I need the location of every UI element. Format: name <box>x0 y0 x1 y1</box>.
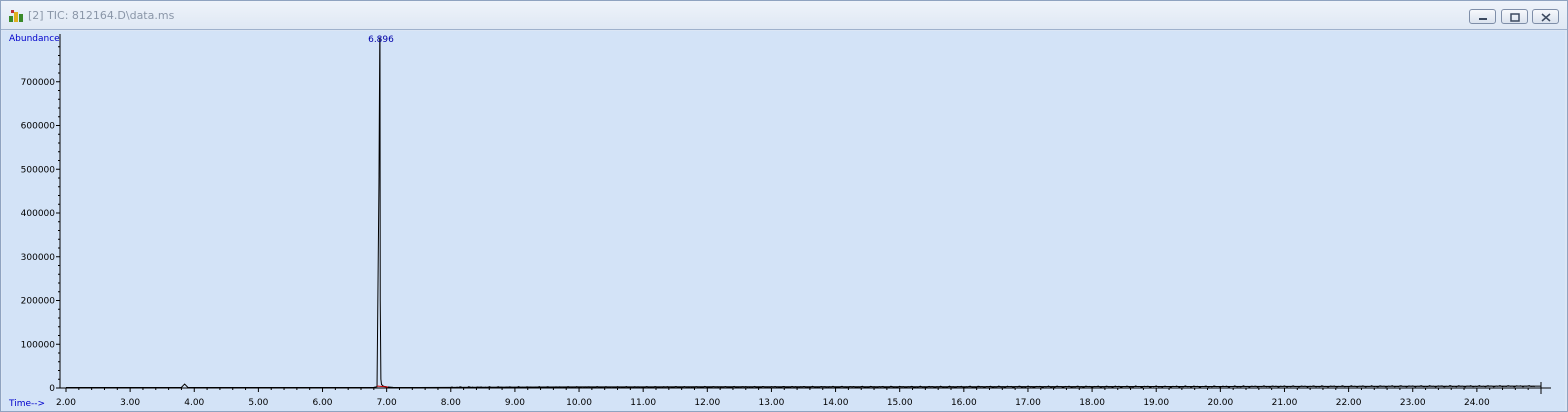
x-tick-label: 5.00 <box>248 398 268 408</box>
y-tick-label: 400000 <box>21 209 56 219</box>
x-tick-label: 23.00 <box>1400 398 1426 408</box>
x-tick-label: 24.00 <box>1464 398 1490 408</box>
y-axis-label: Abundance <box>9 34 60 44</box>
y-tick-label: 0 <box>49 384 55 394</box>
x-tick-label: 10.00 <box>566 398 592 408</box>
x-axis-label: Time--> <box>8 399 45 409</box>
x-tick-label: 8.00 <box>441 398 461 408</box>
x-tick-label: 11.00 <box>630 398 656 408</box>
x-tick-label: 15.00 <box>887 398 913 408</box>
x-tick-label: 14.00 <box>823 398 849 408</box>
x-tick-label: 3.00 <box>120 398 140 408</box>
x-tick-label: 16.00 <box>951 398 977 408</box>
x-tick-label: 12.00 <box>694 398 720 408</box>
x-tick-label: 2.00 <box>56 398 76 408</box>
peak-label: 6.896 <box>368 35 394 45</box>
x-tick-label: 7.00 <box>377 398 397 408</box>
y-tick-label: 700000 <box>21 78 56 88</box>
y-tick-label: 200000 <box>21 297 56 307</box>
x-tick-label: 4.00 <box>184 398 204 408</box>
x-tick-label: 21.00 <box>1272 398 1298 408</box>
chromatogram-plot[interactable]: 0 100000 200000 300000 400000 500000 600000 700… <box>1 1 1567 411</box>
y-tick-label: 100000 <box>21 340 56 350</box>
y-tick-label: 500000 <box>21 165 56 175</box>
x-tick-label: 22.00 <box>1336 398 1362 408</box>
x-tick-label: 6.00 <box>312 398 332 408</box>
x-tick-label: 18.00 <box>1079 398 1105 408</box>
x-tick-label: 20.00 <box>1207 398 1233 408</box>
x-tick-label: 9.00 <box>505 398 525 408</box>
x-tick-label: 19.00 <box>1143 398 1169 408</box>
y-tick-label: 600000 <box>21 122 56 132</box>
y-tick-label: 300000 <box>21 253 56 263</box>
plot-background <box>2 31 1565 411</box>
x-tick-label: 17.00 <box>1015 398 1041 408</box>
x-tick-label: 13.00 <box>759 398 785 408</box>
chromatogram-window: [2] TIC: 812164.D\data.ms 0 100000 200000 3… <box>0 0 1568 412</box>
